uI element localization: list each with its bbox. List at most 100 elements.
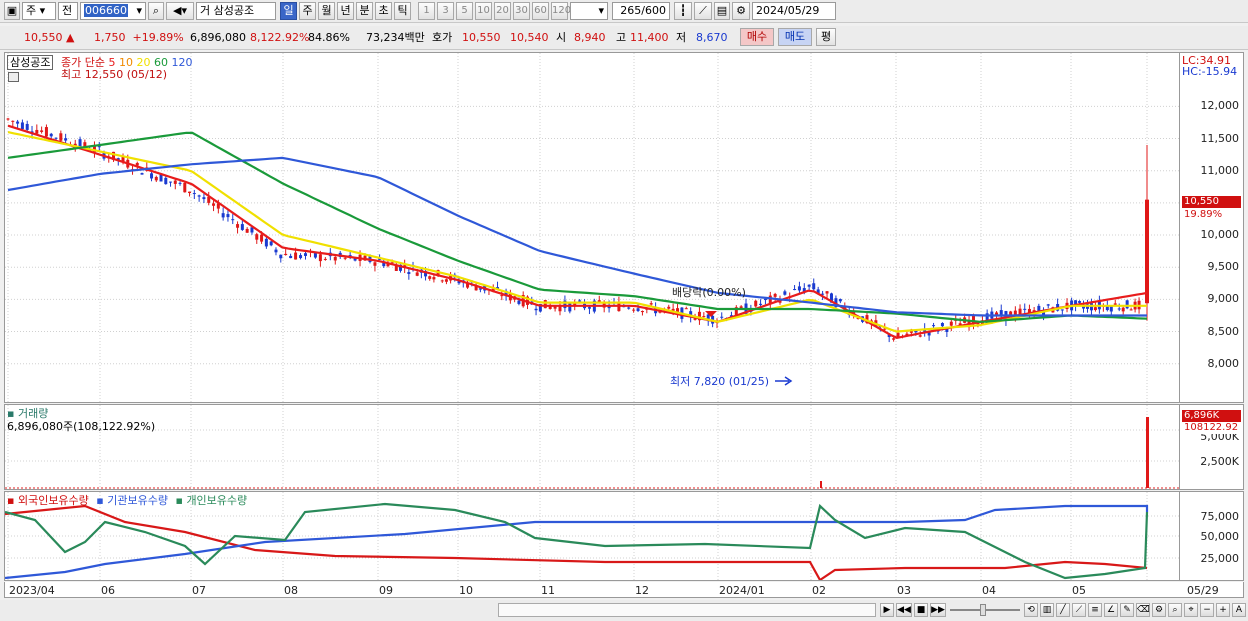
buy-button[interactable]: 매수 — [740, 28, 774, 46]
zoom-reset-icon[interactable]: ⟲ — [1024, 603, 1038, 617]
up-arrow-icon: ▲ — [66, 31, 75, 44]
market-select[interactable]: 주 ▾ — [22, 2, 56, 20]
search-icon[interactable]: ⌕ — [148, 2, 164, 20]
pen-tool-icon[interactable]: ✎ — [1120, 603, 1134, 617]
candle-body — [892, 338, 896, 340]
zoom-out-icon[interactable]: − — [1200, 603, 1214, 617]
vol-rate-tag: 108122.92 — [1182, 422, 1241, 434]
draw-icon[interactable]: ⟋ — [694, 2, 712, 20]
candle-body — [183, 182, 187, 193]
gear-icon[interactable]: ⚙ — [732, 2, 750, 20]
candle-body — [783, 291, 787, 295]
candle-body — [1113, 303, 1117, 305]
x-label-11: 04 — [982, 584, 996, 597]
erase-tool-icon[interactable]: ⌫ — [1136, 603, 1150, 617]
candle-body — [54, 137, 58, 139]
candle-body — [154, 176, 158, 181]
stock-name-field[interactable]: 거 삼성공조 — [196, 2, 276, 20]
low-arrow-icon — [775, 376, 793, 386]
interval-button-1[interactable]: 1 — [418, 2, 435, 20]
line-tool-icon[interactable]: ╱ — [1056, 603, 1070, 617]
fib-tool-icon[interactable]: ≡ — [1088, 603, 1102, 617]
sell-button[interactable]: 매도 — [778, 28, 812, 46]
candle-body — [793, 289, 797, 291]
candle-body — [260, 234, 264, 242]
interval-button-5[interactable]: 5 — [456, 2, 473, 20]
price-tick-4: 10,000 — [1200, 228, 1240, 242]
settings-tool-icon[interactable]: ⚙ — [1152, 603, 1166, 617]
period-button-1[interactable]: 주 — [299, 2, 316, 20]
candle-body — [313, 253, 317, 258]
period-button-5[interactable]: 초 — [375, 2, 392, 20]
candle-body — [587, 307, 591, 309]
quote-bar: 10,550 ▲ 1,750 +19.89% 6,896,080 8,122.9… — [0, 26, 1248, 50]
candle-body — [97, 146, 101, 148]
candle-body — [720, 316, 724, 318]
period-button-4[interactable]: 분 — [356, 2, 373, 20]
avg-button[interactable]: 평 — [816, 28, 836, 46]
save-icon[interactable]: ▤ — [714, 2, 730, 20]
count-field[interactable]: 265/600 — [612, 2, 670, 20]
window-icon[interactable]: ▣ — [4, 2, 20, 20]
rewind-icon[interactable]: ◀◀ — [896, 603, 912, 617]
candle-body — [1046, 304, 1050, 306]
candle-body — [279, 254, 283, 259]
x-label-0: 2023/04 — [9, 584, 55, 597]
candle-body — [702, 316, 706, 318]
zoom-slider-thumb[interactable] — [980, 604, 986, 616]
rate-tag: 19.89% — [1182, 209, 1241, 221]
candle-body — [797, 286, 801, 291]
prefix-select[interactable]: 전 — [58, 2, 78, 20]
price-change: 1,750 +19.89% — [94, 31, 184, 44]
trade-amount: 73,234백만 — [366, 31, 425, 44]
candle-body — [754, 300, 758, 307]
candle-body — [640, 311, 644, 313]
price-chart-panel[interactable]: 삼성공조 종가 단순 5 10 20 60 120 최고 12,550 (05/… — [4, 52, 1180, 403]
interval-button-3[interactable]: 3 — [437, 2, 454, 20]
interval-button-20[interactable]: 20 — [494, 2, 511, 20]
interval-button-60[interactable]: 60 — [532, 2, 549, 20]
legend-toggle-icon[interactable] — [8, 72, 19, 82]
holding-panel[interactable]: ▪ 외국인보유수량 ▪ 기관보유수량 ▪ 개인보유수량 — [4, 491, 1180, 581]
interval-select[interactable]: ▾ — [570, 2, 608, 20]
trend-tool-icon[interactable]: ⟋ — [1072, 603, 1086, 617]
sound-icon[interactable]: ◀▾ — [166, 2, 194, 20]
toolbar-main: ▣ 주 ▾ 전 006660 ▾ ⌕ ◀▾ 거 삼성공조 일주월년분초틱 135… — [0, 0, 1248, 23]
interval-button-10[interactable]: 10 — [475, 2, 492, 20]
period-button-0[interactable]: 일 — [280, 2, 297, 20]
interval-button-30[interactable]: 30 — [513, 2, 530, 20]
chart-type-icon[interactable]: ▥ — [1040, 603, 1054, 617]
crosshair-icon[interactable]: ⌖ — [1184, 603, 1198, 617]
candle-body — [543, 300, 547, 309]
magnifier-icon[interactable]: ⌕ — [1168, 603, 1182, 617]
code-input[interactable]: 006660 ▾ — [80, 2, 146, 20]
last-candle-body — [1145, 199, 1149, 304]
font-size-icon[interactable]: A — [1232, 603, 1246, 617]
period-button-2[interactable]: 월 — [318, 2, 335, 20]
candle-body — [940, 323, 944, 327]
candle-body — [649, 303, 653, 305]
candle-body — [150, 173, 154, 179]
candle-body — [169, 181, 173, 183]
volume-chart — [5, 405, 1179, 489]
period-button-3[interactable]: 년 — [337, 2, 354, 20]
scrollbar-track[interactable] — [498, 603, 876, 617]
vol-tag: 6,896K — [1182, 410, 1241, 422]
interval-button-120[interactable]: 120 — [551, 2, 571, 20]
high-label: 고 — [616, 31, 627, 44]
candle-body — [289, 255, 293, 259]
fast-forward-icon[interactable]: ▶▶ — [930, 603, 946, 617]
candle-icon[interactable]: ┇ — [674, 2, 692, 20]
date-field[interactable]: 2024/05/29 — [752, 2, 836, 20]
candle-body — [1125, 300, 1129, 309]
zoom-in-icon[interactable]: + — [1216, 603, 1230, 617]
x-label-8: 2024/01 — [719, 584, 765, 597]
stop-icon[interactable]: ■ — [914, 603, 928, 617]
candle-body — [240, 224, 244, 230]
x-label-12: 05 — [1072, 584, 1086, 597]
volume-panel[interactable]: ▪ 거래량 6,896,080주(108,122.92%) — [4, 404, 1180, 490]
angle-tool-icon[interactable]: ∠ — [1104, 603, 1118, 617]
candle-body — [269, 241, 273, 246]
scroll-right-icon[interactable]: ▶ — [880, 603, 894, 617]
period-button-6[interactable]: 틱 — [394, 2, 411, 20]
